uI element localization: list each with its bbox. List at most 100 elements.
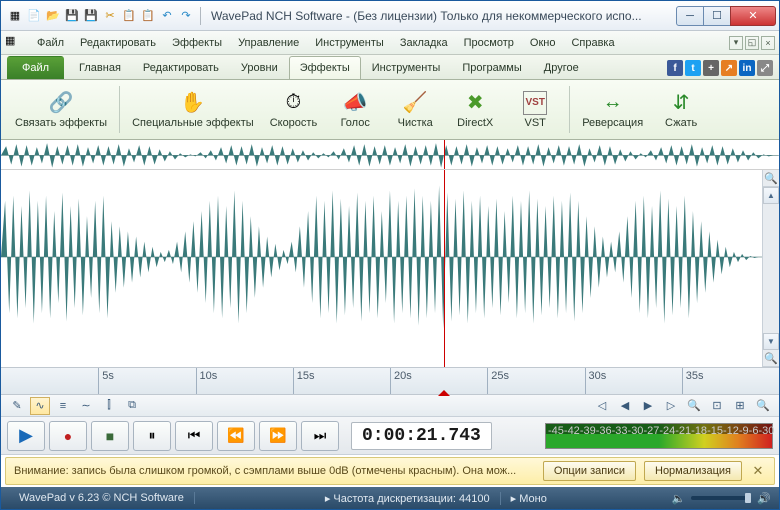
forward-button[interactable]: ⏩ — [259, 421, 297, 451]
hand-icon: ✋ — [181, 91, 205, 115]
tab-tools[interactable]: Инструменты — [361, 56, 452, 79]
tab-main[interactable]: Главная — [68, 56, 132, 79]
stereo-view-icon[interactable]: ⧉ — [122, 397, 142, 415]
app-menu-icon[interactable]: ▦ — [5, 34, 23, 52]
record-options-button[interactable]: Опции записи — [543, 461, 636, 481]
zoom-selection-icon[interactable]: ⊡ — [707, 397, 727, 415]
close-button[interactable]: ✕ — [730, 6, 776, 26]
main-wave — [1, 170, 779, 344]
hscroll-left-icon[interactable]: ◀ — [615, 397, 635, 415]
warning-bar: Внимание: запись была слишком громкой, с… — [5, 457, 775, 485]
new-icon[interactable]: 📄 — [26, 8, 42, 24]
zoom-out-icon[interactable]: 🔍 — [763, 350, 779, 367]
spectral-view-icon[interactable]: ≡ — [53, 397, 73, 415]
speed-button[interactable]: ⏱Скорость — [264, 82, 324, 137]
cut-icon[interactable]: ✂ — [102, 8, 118, 24]
expand-icon[interactable]: ⤢ — [757, 60, 773, 76]
cleanup-button[interactable]: 🧹Чистка — [387, 82, 443, 137]
tab-effects[interactable]: Эффекты — [289, 56, 361, 79]
save-icon[interactable]: 💾 — [64, 8, 80, 24]
scroll-track[interactable] — [763, 204, 779, 333]
menu-tools[interactable]: Инструменты — [307, 34, 392, 52]
zoom-in-h-icon[interactable]: 🔍 — [753, 397, 773, 415]
view-toolbar: ✎ ∿ ≡ ∼ ⫿ ⧉ ◁ ◀ ▶ ▷ 🔍 ⊡ ⊞ 🔍 — [1, 395, 779, 417]
go-start-button[interactable]: ⏮ — [175, 421, 213, 451]
ruler-tick: 30s — [585, 368, 607, 394]
play-button[interactable]: ▶ — [7, 421, 45, 451]
redo-icon[interactable]: ↷ — [178, 8, 194, 24]
linkedin-icon[interactable]: in — [739, 60, 755, 76]
speaker-high-icon[interactable]: 🔊 — [757, 492, 771, 505]
level-view-icon[interactable]: ⫿ — [99, 397, 119, 415]
minimize-button[interactable]: ─ — [676, 6, 704, 26]
menu-edit[interactable]: Редактировать — [72, 34, 164, 52]
menu-help[interactable]: Справка — [563, 34, 622, 52]
twitter-icon[interactable]: t — [685, 60, 701, 76]
minimize-ribbon-icon[interactable]: ▾ — [729, 36, 743, 50]
zoom-in-icon[interactable]: 🔍 — [763, 170, 779, 187]
social-icons: f t + ↗ in ⤢ — [667, 60, 773, 79]
zoom-out-h-icon[interactable]: 🔍 — [684, 397, 704, 415]
record-button[interactable]: ● — [49, 421, 87, 451]
cursor-tool-icon[interactable]: ✎ — [7, 397, 27, 415]
scroll-down-icon[interactable]: ▼ — [763, 333, 779, 350]
menu-effects[interactable]: Эффекты — [164, 34, 230, 52]
playhead[interactable] — [444, 170, 445, 367]
menu-window[interactable]: Окно — [522, 34, 564, 52]
zoom-fit-icon[interactable]: ⊞ — [730, 397, 750, 415]
rewind-button[interactable]: ⏪ — [217, 421, 255, 451]
close-doc-icon[interactable]: × — [761, 36, 775, 50]
go-end-button[interactable]: ⏭ — [301, 421, 339, 451]
save-all-icon[interactable]: 💾 — [83, 8, 99, 24]
tab-levels[interactable]: Уровни — [230, 56, 289, 79]
hscroll-end-icon[interactable]: ▷ — [661, 397, 681, 415]
vertical-scrollbar[interactable]: 🔍 ▲ ▼ 🔍 — [762, 170, 779, 367]
quick-access-toolbar: ▦ 📄 📂 💾 💾 ✂ 📋 📋 ↶ ↷ — [7, 8, 194, 24]
pause-button[interactable]: ⏸ — [133, 421, 171, 451]
menu-bookmark[interactable]: Закладка — [392, 34, 456, 52]
samplerate-cell: ▸ Частота дискретизации: 44100 — [315, 492, 501, 505]
waveform-main[interactable]: 🔍 ▲ ▼ 🔍 — [1, 170, 779, 367]
overview-playhead[interactable] — [444, 140, 445, 169]
playhead-marker[interactable] — [438, 384, 450, 396]
menu-file[interactable]: Файл — [29, 34, 72, 52]
tab-programs[interactable]: Программы — [451, 56, 532, 79]
reverse-button[interactable]: ↔Реверсация — [576, 82, 649, 137]
menu-view[interactable]: Просмотр — [456, 34, 522, 52]
vst-button[interactable]: VSTVST — [507, 82, 563, 137]
restore-icon[interactable]: ◱ — [745, 36, 759, 50]
hscroll-start-icon[interactable]: ◁ — [592, 397, 612, 415]
plus-icon[interactable]: + — [703, 60, 719, 76]
slider-thumb[interactable] — [745, 493, 751, 503]
freq-view-icon[interactable]: ∼ — [76, 397, 96, 415]
copy-icon[interactable]: 📋 — [121, 8, 137, 24]
waveform-view-icon[interactable]: ∿ — [30, 397, 50, 415]
facebook-icon[interactable]: f — [667, 60, 683, 76]
link-effects-button[interactable]: 🔗Связать эффекты — [9, 82, 113, 137]
ribbon-panel: 🔗Связать эффекты ✋Специальные эффекты ⏱С… — [1, 80, 779, 140]
open-icon[interactable]: 📂 — [45, 8, 61, 24]
normalize-button[interactable]: Нормализация — [644, 461, 742, 481]
special-effects-button[interactable]: ✋Специальные эффекты — [126, 82, 260, 137]
share-icon[interactable]: ↗ — [721, 60, 737, 76]
tab-file[interactable]: Файл — [7, 56, 64, 79]
tab-edit[interactable]: Редактировать — [132, 56, 230, 79]
menu-control[interactable]: Управление — [230, 34, 307, 52]
warning-close-icon[interactable]: ✕ — [750, 463, 766, 479]
waveform-overview[interactable] — [1, 140, 779, 170]
compress-button[interactable]: ⇵Сжать — [653, 82, 709, 137]
paste-icon[interactable]: 📋 — [140, 8, 156, 24]
link-icon: 🔗 — [49, 91, 73, 115]
undo-icon[interactable]: ↶ — [159, 8, 175, 24]
volume-slider[interactable] — [691, 496, 751, 500]
stop-button[interactable]: ■ — [91, 421, 129, 451]
maximize-button[interactable]: ☐ — [703, 6, 731, 26]
directx-button[interactable]: ✖DirectX — [447, 82, 503, 137]
speaker-low-icon[interactable]: 🔈 — [672, 492, 686, 505]
voice-button[interactable]: 📣Голос — [327, 82, 383, 137]
time-ruler[interactable]: 5s 10s 15s 20s 25s 30s 35s — [1, 367, 779, 395]
ruler-tick: 5s — [98, 368, 114, 394]
scroll-up-icon[interactable]: ▲ — [763, 187, 779, 204]
hscroll-right-icon[interactable]: ▶ — [638, 397, 658, 415]
tab-other[interactable]: Другое — [533, 56, 590, 79]
